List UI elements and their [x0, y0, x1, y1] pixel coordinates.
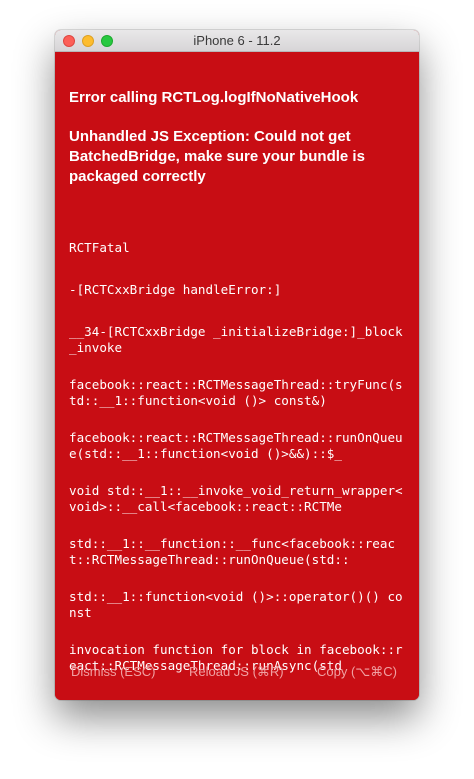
stack-frame[interactable]: facebook::react::RCTMessageThread::tryFu… [69, 377, 405, 409]
stack-frame[interactable]: std::__1::function<void ()>::operator()(… [69, 589, 405, 621]
stack-frame[interactable]: facebook::react::RCTMessageThread::runOn… [69, 430, 405, 462]
error-title: Error calling RCTLog.logIfNoNativeHook [69, 89, 359, 106]
simulator-window: iPhone 6 - 11.2 Error calling RCTLog.log… [55, 30, 419, 700]
title-bar[interactable]: iPhone 6 - 11.2 [55, 30, 419, 52]
dismiss-button[interactable]: Dismiss (ESC) [71, 664, 156, 679]
redbox-footer: Dismiss (ESC) Reload JS (⌘R) Copy (⌥⌘C) [55, 664, 419, 688]
redbox-error-screen: Error calling RCTLog.logIfNoNativeHook U… [55, 52, 419, 700]
stack-frame[interactable]: -[RCTCxxBridge handleError:] [69, 282, 405, 298]
reload-js-button[interactable]: Reload JS (⌘R) [189, 664, 284, 680]
stack-frame[interactable]: std::__1::__function::__func<facebook::r… [69, 536, 405, 568]
stack-frame[interactable]: void std::__1::__invoke_void_return_wrap… [69, 483, 405, 515]
stack-trace: RCTFatal -[RCTCxxBridge handleError:] __… [69, 240, 405, 695]
window-title: iPhone 6 - 11.2 [193, 33, 281, 48]
error-message: Unhandled JS Exception: Could not get Ba… [69, 128, 365, 185]
stack-frame[interactable]: __34-[RCTCxxBridge _initializeBridge:]_b… [69, 324, 405, 356]
copy-button[interactable]: Copy (⌥⌘C) [317, 664, 397, 680]
stack-frame[interactable]: RCTFatal [69, 240, 405, 256]
